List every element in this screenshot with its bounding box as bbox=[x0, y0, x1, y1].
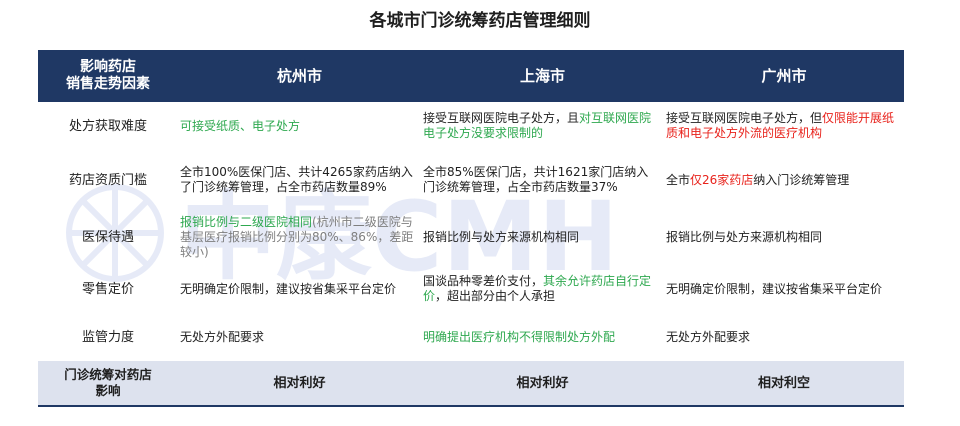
impact-guangzhou: 相对利空 bbox=[664, 361, 904, 407]
guangzhou-cell: 报销比例与处方来源机构相同 bbox=[666, 229, 823, 244]
impact-shanghai: 相对利好 bbox=[421, 361, 664, 407]
shanghai-cell: 全市85%医保门店，共计1621家门店纳入门诊统筹管理，占全市药店数量37% bbox=[423, 165, 649, 194]
table-row: 处方获取难度 可接受纸质、电子处方 接受互联网医院电子处方，且对互联网医院电子处… bbox=[38, 102, 904, 150]
impact-label: 门诊统筹对药店 影响 bbox=[38, 361, 178, 407]
policy-table: 影响药店 销售走势因素 杭州市 上海市 广州市 处方获取难度 可接受纸质、电子处… bbox=[38, 50, 904, 407]
guangzhou-cell: 全市仅26家药店纳入门诊统筹管理 bbox=[666, 172, 850, 187]
impact-hangzhou: 相对利好 bbox=[178, 361, 421, 407]
guangzhou-cell: 无明确定价限制，建议按省集采平台定价 bbox=[666, 281, 883, 296]
hangzhou-cell: 可接受纸质、电子处方 bbox=[180, 118, 301, 133]
hangzhou-cell: 无处方外配要求 bbox=[180, 330, 265, 344]
guangzhou-cell: 无处方外配要求 bbox=[666, 330, 751, 344]
header-hangzhou: 杭州市 bbox=[178, 50, 421, 102]
shanghai-cell: 报销比例与处方来源机构相同 bbox=[423, 229, 580, 244]
guangzhou-cell: 接受互联网医院电子处方，但仅限能开展纸质和电子处方外流的医疗机构 bbox=[666, 111, 895, 140]
hangzhou-cell: 全市100%医保门店、共计4265家药店纳入了门诊统筹管理，占全市药店数量89% bbox=[180, 165, 413, 194]
header-factor-line2: 销售走势因素 bbox=[66, 76, 150, 92]
page-title: 各城市门诊统筹药店管理细则 bbox=[369, 11, 591, 31]
shanghai-cell: 明确提出医疗机构不得限制处方外配 bbox=[423, 330, 616, 344]
factor-cell: 处方获取难度 bbox=[68, 118, 147, 134]
table-row: 零售定价 无明确定价限制，建议按省集采平台定价 国谈品种零差价支付，其余允许药店… bbox=[38, 264, 904, 314]
factor-cell: 药店资质门槛 bbox=[68, 172, 147, 188]
hangzhou-cell: 报销比例与二级医院相同(杭州市二级医院与基层医疗报销比例分别为80%、86%，差… bbox=[180, 214, 414, 259]
impact-row: 门诊统筹对药店 影响 相对利好 相对利好 相对利空 bbox=[38, 361, 904, 407]
factor-cell: 监管力度 bbox=[81, 330, 134, 345]
shanghai-cell: 接受互联网医院电子处方，且对互联网医院电子处方没要求限制的 bbox=[423, 111, 652, 140]
factor-cell: 零售定价 bbox=[81, 281, 134, 297]
table-row: 监管力度 无处方外配要求 明确提出医疗机构不得限制处方外配 无处方外配要求 bbox=[38, 314, 904, 361]
header-shanghai: 上海市 bbox=[421, 50, 664, 102]
header-guangzhou: 广州市 bbox=[664, 50, 904, 102]
hangzhou-cell: 无明确定价限制，建议按省集采平台定价 bbox=[180, 281, 397, 296]
shanghai-cell: 国谈品种零差价支付，其余允许药店自行定价，超出部分由个人承担 bbox=[423, 274, 652, 303]
header-factor-line1: 影响药店 bbox=[80, 59, 136, 75]
table-header-row: 影响药店 销售走势因素 杭州市 上海市 广州市 bbox=[38, 50, 904, 102]
table-row: 医保待遇 报销比例与二级医院相同(杭州市二级医院与基层医疗报销比例分别为80%、… bbox=[38, 210, 904, 264]
header-factor: 影响药店 销售走势因素 bbox=[38, 50, 178, 102]
table-row: 药店资质门槛 全市100%医保门店、共计4265家药店纳入了门诊统筹管理，占全市… bbox=[38, 150, 904, 210]
factor-cell: 医保待遇 bbox=[81, 229, 134, 245]
